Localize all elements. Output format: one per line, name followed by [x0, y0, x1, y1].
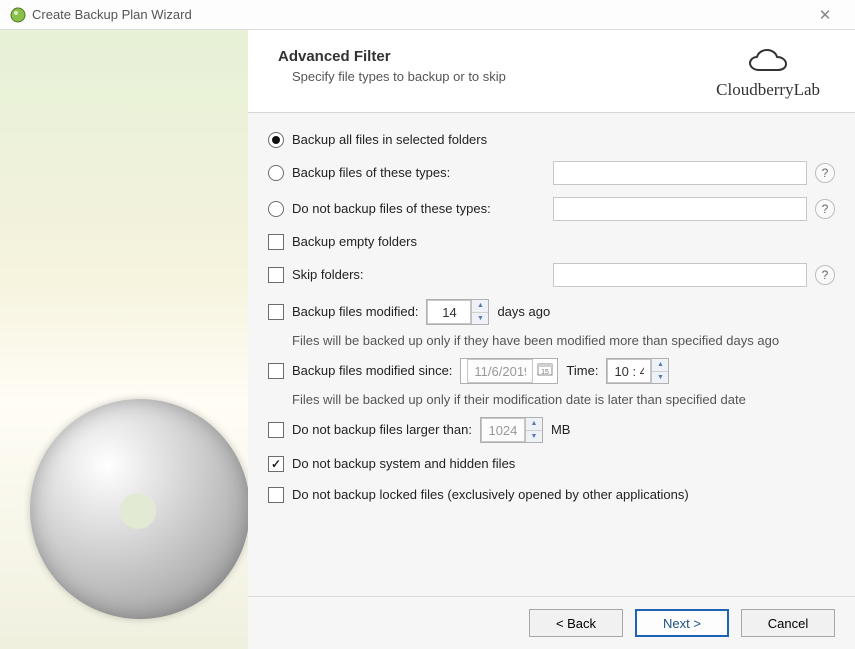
modified-days-spinner[interactable]: ▲ ▼ [426, 299, 489, 325]
window-title: Create Backup Plan Wizard [32, 7, 805, 22]
larger-than-input[interactable] [481, 418, 525, 442]
page-title: Advanced Filter [278, 48, 506, 65]
modified-days-hint: Files will be backed up only if they hav… [292, 333, 835, 348]
calendar-icon[interactable]: 15 [537, 362, 553, 381]
brand-block: CloudberryLab [716, 48, 820, 100]
checkbox-locked[interactable] [268, 487, 284, 503]
include-types-input[interactable] [553, 161, 807, 185]
spinner-up-icon[interactable]: ▲ [652, 359, 668, 372]
modified-days-suffix: days ago [497, 303, 550, 321]
modified-since-time-label: Time: [566, 362, 598, 380]
checkbox-modified-days[interactable] [268, 304, 284, 320]
spinner-down-icon[interactable]: ▼ [472, 313, 488, 325]
disc-hole-graphic [120, 493, 156, 529]
checkbox-skip-folders[interactable] [268, 267, 284, 283]
checkbox-sys-hidden[interactable] [268, 456, 284, 472]
back-button[interactable]: < Back [529, 609, 623, 637]
wizard-content: Backup all files in selected folders Bac… [248, 113, 855, 596]
modified-since-time-spinner[interactable]: ▲ ▼ [606, 358, 669, 384]
cloud-icon [747, 48, 789, 78]
svg-text:15: 15 [542, 369, 550, 376]
checkbox-modified-since-label: Backup files modified since: [292, 362, 452, 380]
checkbox-sys-hidden-label: Do not backup system and hidden files [292, 455, 515, 473]
next-button[interactable]: Next > [635, 609, 729, 637]
radio-exclude-types[interactable] [268, 201, 284, 217]
brand-name: CloudberryLab [716, 80, 820, 100]
spinner-up-icon[interactable]: ▲ [472, 300, 488, 313]
radio-backup-all[interactable] [268, 132, 284, 148]
app-icon [10, 7, 26, 23]
checkbox-backup-empty-label: Backup empty folders [292, 233, 417, 251]
checkbox-larger-than-label: Do not backup files larger than: [292, 421, 472, 439]
help-skip-folders[interactable]: ? [815, 265, 835, 285]
radio-include-types-label: Backup files of these types: [292, 164, 545, 182]
help-include-types[interactable]: ? [815, 163, 835, 183]
spinner-down-icon[interactable]: ▼ [652, 372, 668, 384]
checkbox-backup-empty[interactable] [268, 234, 284, 250]
exclude-types-input[interactable] [553, 197, 807, 221]
titlebar: Create Backup Plan Wizard ✕ [0, 0, 855, 30]
page-subtitle: Specify file types to backup or to skip [292, 69, 506, 84]
radio-include-types[interactable] [268, 165, 284, 181]
larger-than-spinner[interactable]: ▲ ▼ [480, 417, 543, 443]
wizard-footer: < Back Next > Cancel [248, 596, 855, 649]
modified-since-date[interactable]: 15 [460, 358, 558, 384]
wizard-sidebar [0, 30, 248, 649]
help-exclude-types[interactable]: ? [815, 199, 835, 219]
radio-exclude-types-label: Do not backup files of these types: [292, 200, 545, 218]
checkbox-larger-than[interactable] [268, 422, 284, 438]
modified-since-time-input[interactable] [607, 359, 651, 383]
spinner-up-icon[interactable]: ▲ [526, 418, 542, 431]
checkbox-skip-folders-label: Skip folders: [292, 266, 545, 284]
skip-folders-input[interactable] [553, 263, 807, 287]
modified-since-date-input[interactable] [467, 359, 533, 383]
radio-backup-all-label: Backup all files in selected folders [292, 131, 487, 149]
cancel-button[interactable]: Cancel [741, 609, 835, 637]
checkbox-locked-label: Do not backup locked files (exclusively … [292, 486, 689, 504]
larger-than-unit: MB [551, 421, 571, 439]
modified-since-hint: Files will be backed up only if their mo… [292, 392, 835, 407]
checkbox-modified-since[interactable] [268, 363, 284, 379]
checkbox-modified-days-label: Backup files modified: [292, 303, 418, 321]
spinner-down-icon[interactable]: ▼ [526, 431, 542, 443]
wizard-header: Advanced Filter Specify file types to ba… [248, 30, 855, 113]
modified-days-input[interactable] [427, 300, 471, 324]
close-button[interactable]: ✕ [805, 6, 845, 24]
